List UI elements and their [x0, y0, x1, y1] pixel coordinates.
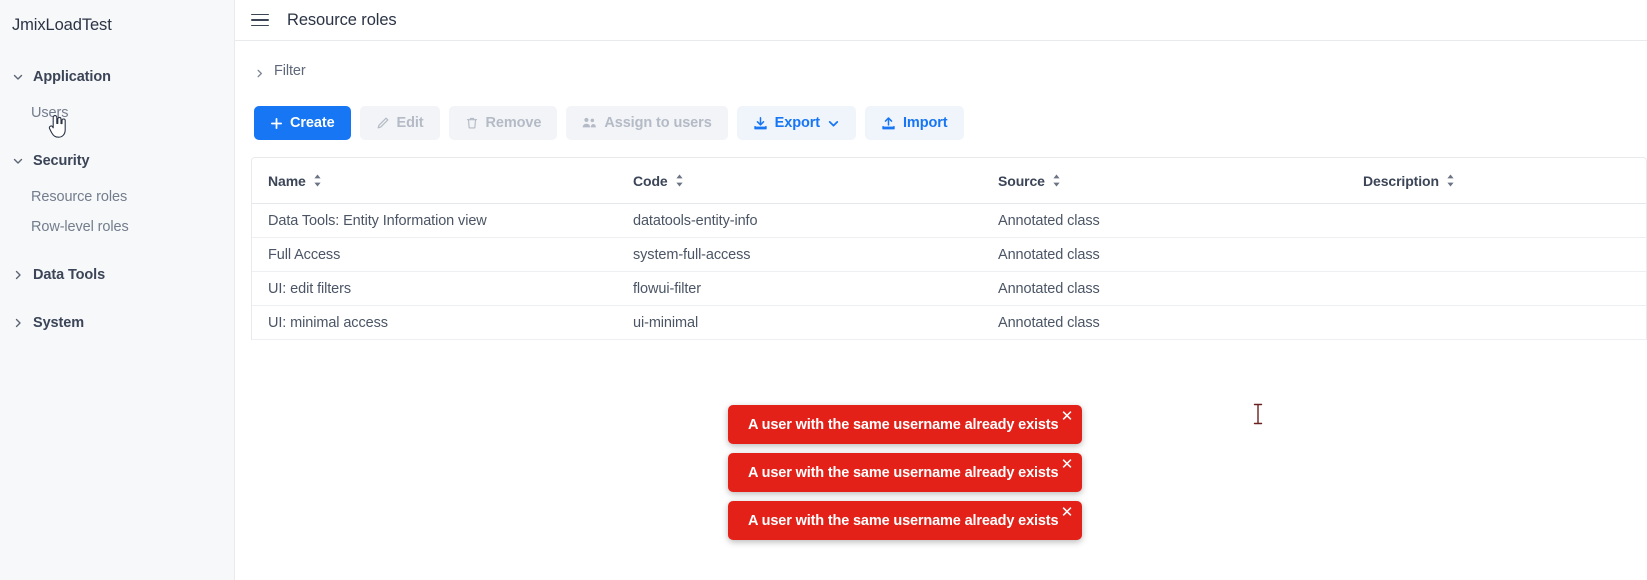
notification-message: A user with the same username already ex… — [748, 512, 1059, 529]
column-header-description[interactable]: Description — [1347, 173, 1646, 189]
hamburger-icon[interactable] — [251, 11, 269, 29]
cell-source: Annotated class — [998, 246, 1100, 263]
export-button[interactable]: Export — [736, 106, 856, 140]
chevron-right-icon — [12, 269, 24, 281]
notification-message: A user with the same username already ex… — [748, 464, 1059, 481]
sort-icon — [675, 174, 684, 187]
column-header-source[interactable]: Source — [982, 173, 1347, 189]
close-icon[interactable]: ✕ — [1060, 409, 1074, 424]
sidebar-group-header-data-tools[interactable]: Data Tools — [0, 260, 234, 290]
download-icon — [753, 116, 768, 131]
create-button-label: Create — [290, 115, 335, 131]
filter-toggle[interactable]: Filter — [251, 41, 1631, 101]
error-notification[interactable]: A user with the same username already ex… — [728, 453, 1082, 492]
assign-to-users-button-label: Assign to users — [604, 115, 712, 131]
sidebar-item-row-level-roles[interactable]: Row-level roles — [0, 212, 234, 242]
chevron-down-icon — [12, 155, 24, 167]
remove-button[interactable]: Remove — [448, 106, 558, 140]
plus-icon — [270, 117, 283, 130]
cell-source: Annotated class — [998, 280, 1100, 297]
table-header-row: Name Code Source Description — [252, 158, 1646, 204]
sidebar-group-application: Application Users — [0, 62, 234, 128]
content-area: Filter Create Edit Remove Assign to user… — [235, 41, 1647, 540]
table-row[interactable]: Full Access system-full-access Annotated… — [252, 238, 1646, 272]
cell-name: Full Access — [268, 246, 341, 263]
edit-button-label: Edit — [396, 115, 424, 131]
sort-icon — [1446, 174, 1455, 187]
action-toolbar: Create Edit Remove Assign to users Expor… — [251, 101, 1631, 145]
trash-icon — [465, 116, 479, 130]
sort-icon — [313, 174, 322, 187]
import-button-label: Import — [902, 115, 948, 131]
close-icon[interactable]: ✕ — [1060, 505, 1074, 520]
chevron-down-icon — [827, 117, 840, 130]
column-header-code[interactable]: Code — [617, 173, 982, 189]
upload-icon — [881, 116, 896, 131]
sidebar-item-users[interactable]: Users — [0, 98, 234, 128]
table-row[interactable]: UI: edit filters flowui-filter Annotated… — [252, 272, 1646, 306]
table-row[interactable]: UI: minimal access ui-minimal Annotated … — [252, 306, 1646, 340]
chevron-right-icon — [12, 317, 24, 329]
create-button[interactable]: Create — [254, 106, 351, 140]
error-notification[interactable]: A user with the same username already ex… — [728, 405, 1082, 444]
cell-code: flowui-filter — [633, 280, 701, 297]
column-header-label: Description — [1363, 172, 1439, 189]
cell-name: UI: edit filters — [268, 280, 352, 297]
cell-code: system-full-access — [633, 246, 751, 263]
cell-source: Annotated class — [998, 314, 1100, 331]
top-bar: Resource roles — [235, 0, 1647, 41]
close-icon[interactable]: ✕ — [1060, 457, 1074, 472]
chevron-right-icon — [254, 66, 265, 77]
export-button-label: Export — [774, 115, 820, 131]
sidebar-group-header-system[interactable]: System — [0, 308, 234, 338]
column-header-label: Code — [633, 172, 668, 189]
table-row[interactable]: Data Tools: Entity Information view data… — [252, 204, 1646, 238]
sidebar: JmixLoadTest Application Users Security — [0, 0, 235, 580]
chevron-down-icon — [12, 71, 24, 83]
column-header-label: Source — [998, 172, 1045, 189]
filter-label: Filter — [274, 63, 306, 79]
remove-button-label: Remove — [485, 115, 542, 131]
sidebar-item-resource-roles[interactable]: Resource roles — [0, 182, 234, 212]
resource-roles-table: Name Code Source Description Data Tools:… — [251, 157, 1647, 340]
app-root: JmixLoadTest Application Users Security — [0, 0, 1647, 580]
notification-stack: A user with the same username already ex… — [728, 405, 1082, 540]
sidebar-group-system: System — [0, 308, 234, 338]
pencil-icon — [376, 116, 390, 130]
cell-source: Annotated class — [998, 212, 1100, 229]
import-button[interactable]: Import — [864, 106, 964, 140]
cell-code: ui-minimal — [633, 314, 699, 331]
cell-name: UI: minimal access — [268, 314, 388, 331]
assign-to-users-button[interactable]: Assign to users — [566, 106, 728, 140]
sidebar-group-label: Application — [33, 69, 111, 85]
page-title: Resource roles — [287, 10, 397, 29]
sidebar-group-data-tools: Data Tools — [0, 260, 234, 290]
sidebar-group-label: Security — [33, 153, 90, 169]
cell-name: Data Tools: Entity Information view — [268, 212, 487, 229]
sidebar-group-header-application[interactable]: Application — [0, 62, 234, 92]
sidebar-group-security: Security Resource roles Row-level roles — [0, 146, 234, 242]
column-header-name[interactable]: Name — [252, 173, 617, 189]
sort-icon — [1052, 174, 1061, 187]
column-header-label: Name — [268, 172, 306, 189]
sidebar-group-label: System — [33, 315, 84, 331]
main-area: Resource roles Filter Create Edit Remove… — [235, 0, 1647, 580]
sidebar-group-header-security[interactable]: Security — [0, 146, 234, 176]
text-ibeam-cursor — [1253, 403, 1263, 425]
error-notification[interactable]: A user with the same username already ex… — [728, 501, 1082, 540]
users-icon — [582, 116, 597, 130]
cell-code: datatools-entity-info — [633, 212, 758, 229]
edit-button[interactable]: Edit — [359, 106, 440, 140]
notification-message: A user with the same username already ex… — [748, 416, 1059, 433]
app-brand: JmixLoadTest — [12, 16, 112, 34]
sidebar-group-label: Data Tools — [33, 267, 106, 283]
